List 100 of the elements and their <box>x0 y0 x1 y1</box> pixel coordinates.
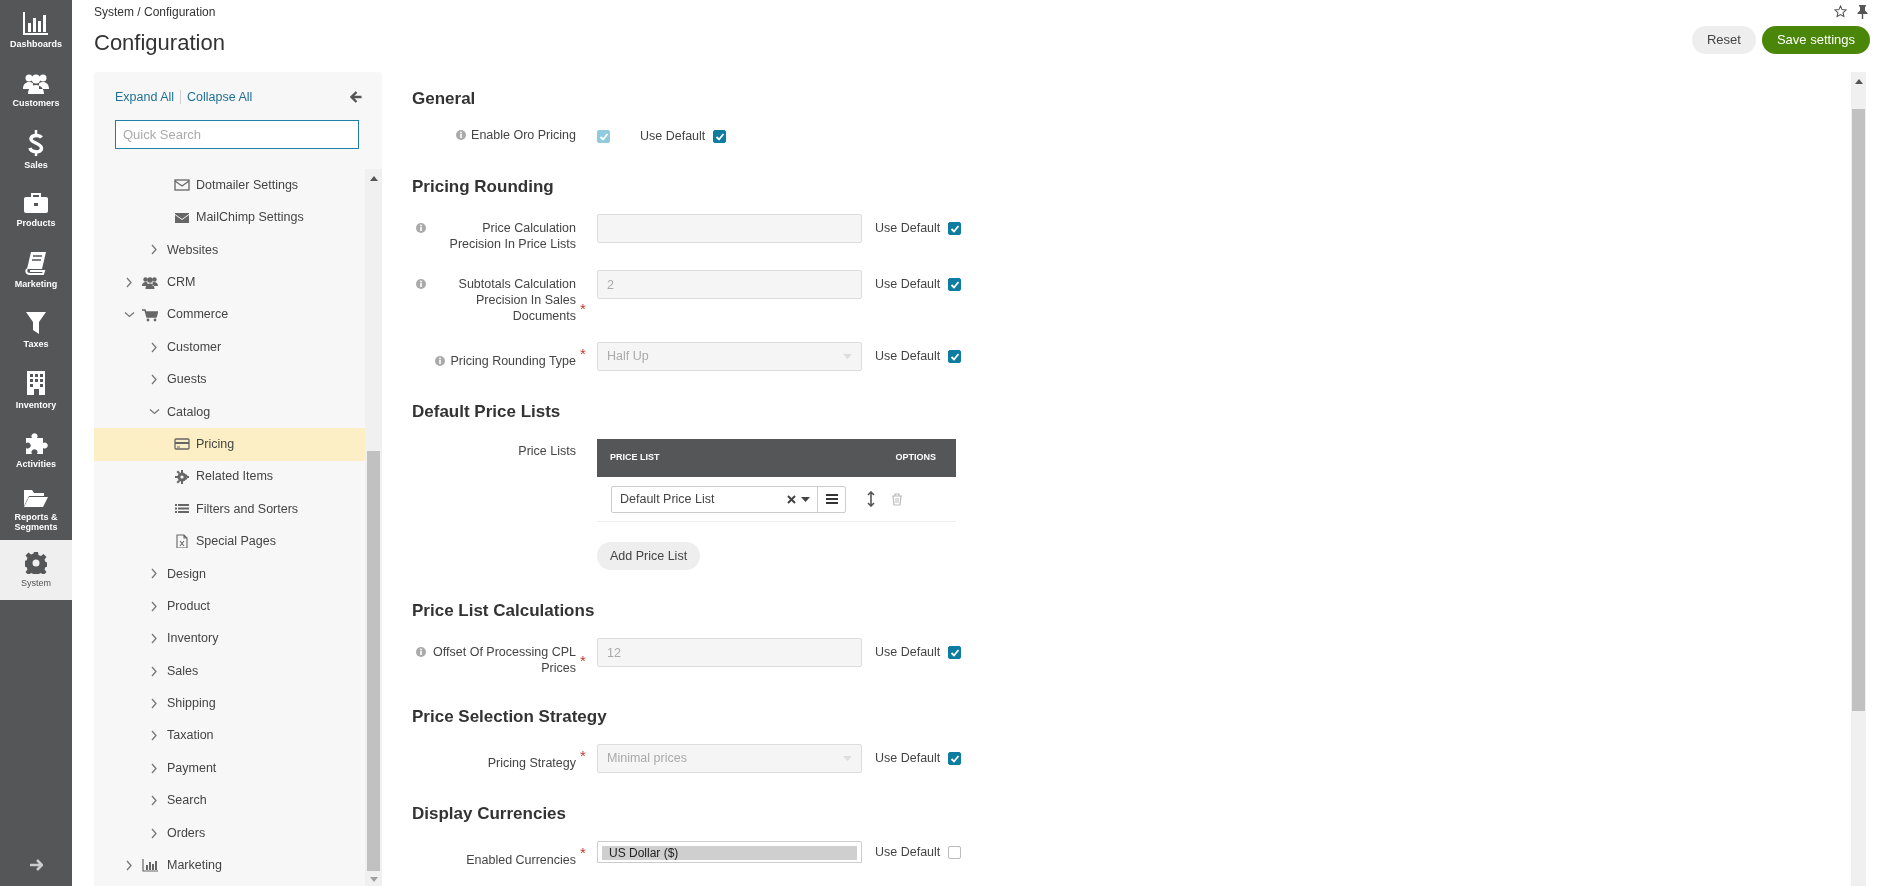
briefcase-icon <box>23 192 49 214</box>
dollar-icon <box>28 130 44 156</box>
collapse-all-link[interactable]: Collapse All <box>187 87 253 107</box>
use-default-checkbox[interactable] <box>948 845 962 859</box>
scroll-up-icon[interactable] <box>369 176 378 181</box>
scroll-up-icon[interactable] <box>1854 79 1863 84</box>
tree-item[interactable]: Design <box>94 557 365 591</box>
chevron-right-icon[interactable] <box>124 276 135 288</box>
reset-button[interactable]: Reset <box>1692 26 1756 54</box>
use-default-label: Use Default <box>875 220 941 238</box>
chevron-right-icon[interactable] <box>149 762 160 774</box>
nav-item[interactable]: System <box>0 540 72 600</box>
checkmark-icon <box>949 352 960 361</box>
chevron-right-icon[interactable] <box>149 374 160 386</box>
chevron-right-icon[interactable] <box>124 859 135 871</box>
chevron-right-icon[interactable] <box>149 827 160 839</box>
expand-all-link[interactable]: Expand All <box>115 87 175 107</box>
field-label: Subtotals Calculation Precision In Sales Documents <box>457 276 576 324</box>
add-price-list-button[interactable]: Add Price List <box>597 542 701 570</box>
scrollbar-thumb[interactable] <box>1852 109 1865 711</box>
price-list-select[interactable]: Default Price List <box>611 485 846 513</box>
required-mark: * <box>580 844 586 861</box>
scroll-down-icon[interactable] <box>369 877 378 882</box>
checkmark-icon <box>949 280 960 289</box>
chevron-right-icon[interactable] <box>149 244 160 256</box>
tree-item[interactable]: Filters and Sorters <box>94 492 365 526</box>
tree-item[interactable]: Search <box>94 784 365 817</box>
tree-item[interactable]: Customer <box>94 330 365 364</box>
chevron-right-icon[interactable] <box>149 600 160 612</box>
checkmark-icon <box>714 131 725 141</box>
currency-list[interactable]: US Dollar ($) <box>597 841 862 863</box>
expand-sidebar-icon[interactable] <box>29 858 43 872</box>
star-icon[interactable] <box>1834 5 1847 18</box>
tree-item[interactable]: Guests <box>94 363 365 396</box>
tree-item[interactable]: CRM <box>94 266 365 299</box>
section-heading: Pricing Rounding <box>412 176 555 198</box>
reorder-icon[interactable] <box>867 491 875 507</box>
use-default-label: Use Default <box>640 127 706 145</box>
bar-chart-icon <box>23 11 49 35</box>
tree-item[interactable]: Pricing <box>94 428 365 461</box>
pin-icon[interactable] <box>1857 5 1868 19</box>
chevron-right-icon[interactable] <box>149 665 160 677</box>
checkmark-icon <box>949 754 960 763</box>
tree-item[interactable]: Marketing <box>94 849 365 882</box>
tree-item[interactable]: Websites <box>94 233 365 267</box>
credit-card-icon <box>174 437 190 452</box>
tree-item[interactable]: Commerce <box>94 298 365 331</box>
section-heading: General <box>412 88 477 110</box>
spreadsheet-file-icon <box>174 534 190 549</box>
chevron-right-icon[interactable] <box>149 697 160 709</box>
tree-item[interactable]: Shipping <box>94 687 365 720</box>
tree-item[interactable]: Catalog <box>94 395 365 429</box>
bar-chart-icon <box>142 858 158 873</box>
required-mark: * <box>580 747 586 764</box>
section-heading: Display Currencies <box>412 803 567 825</box>
caret-icon[interactable] <box>801 496 810 502</box>
gear-icon <box>174 469 190 484</box>
breadcrumb: System / Configuration <box>94 5 217 19</box>
scrollbar-thumb[interactable] <box>367 451 380 871</box>
chevron-right-icon[interactable] <box>149 730 160 742</box>
section-heading: Price List Calculations <box>412 600 596 622</box>
chevron-right-icon[interactable] <box>149 795 160 807</box>
checkmark-icon <box>949 224 960 233</box>
tree-item[interactable]: MailChimp Settings <box>94 201 365 234</box>
currency-option[interactable]: US Dollar ($) <box>602 846 857 860</box>
field-label: Price Calculation Precision In Price Lists <box>448 220 576 252</box>
page-scrollbar[interactable] <box>1851 72 1866 886</box>
tree-item[interactable]: Special Pages <box>94 525 365 558</box>
tree-item[interactable]: Payment <box>94 752 365 785</box>
use-default-label: Use Default <box>875 276 941 294</box>
tree-item[interactable]: Dotmailer Settings <box>94 169 365 202</box>
tree-item[interactable]: Taxation <box>94 719 365 753</box>
required-mark: * <box>580 652 586 669</box>
quick-search-field[interactable]: Quick Search <box>115 120 359 149</box>
funnel-icon <box>26 311 46 335</box>
tree-item[interactable]: Product <box>94 590 365 623</box>
column-header: OPTIONS <box>895 451 936 465</box>
users-icon <box>23 72 49 94</box>
tree-item[interactable]: Sales <box>94 654 365 688</box>
chevron-right-icon[interactable] <box>149 341 160 353</box>
use-default-label: Use Default <box>875 348 941 366</box>
tree-item[interactable]: Related Items <box>94 460 365 493</box>
use-default-label: Use Default <box>875 644 941 662</box>
clear-icon[interactable] <box>787 494 796 504</box>
page-title: Configuration <box>94 30 225 56</box>
save-button[interactable]: Save settings <box>1761 26 1870 54</box>
gear-icon <box>25 552 47 574</box>
chevron-right-icon[interactable] <box>149 568 160 580</box>
envelope-icon <box>174 178 190 193</box>
tree-scrollbar[interactable] <box>365 169 382 886</box>
chevron-right-icon[interactable] <box>149 633 160 645</box>
collapse-panel-icon[interactable] <box>350 91 362 103</box>
tree-item[interactable]: Orders <box>94 816 365 850</box>
required-mark: * <box>580 300 586 317</box>
field-label: Price Lists <box>518 443 576 459</box>
users-icon <box>142 275 158 290</box>
folder-icon <box>23 488 49 508</box>
tree-item[interactable]: Inventory <box>94 622 365 655</box>
section-heading: Price Selection Strategy <box>412 706 608 728</box>
cart-icon <box>142 307 158 322</box>
